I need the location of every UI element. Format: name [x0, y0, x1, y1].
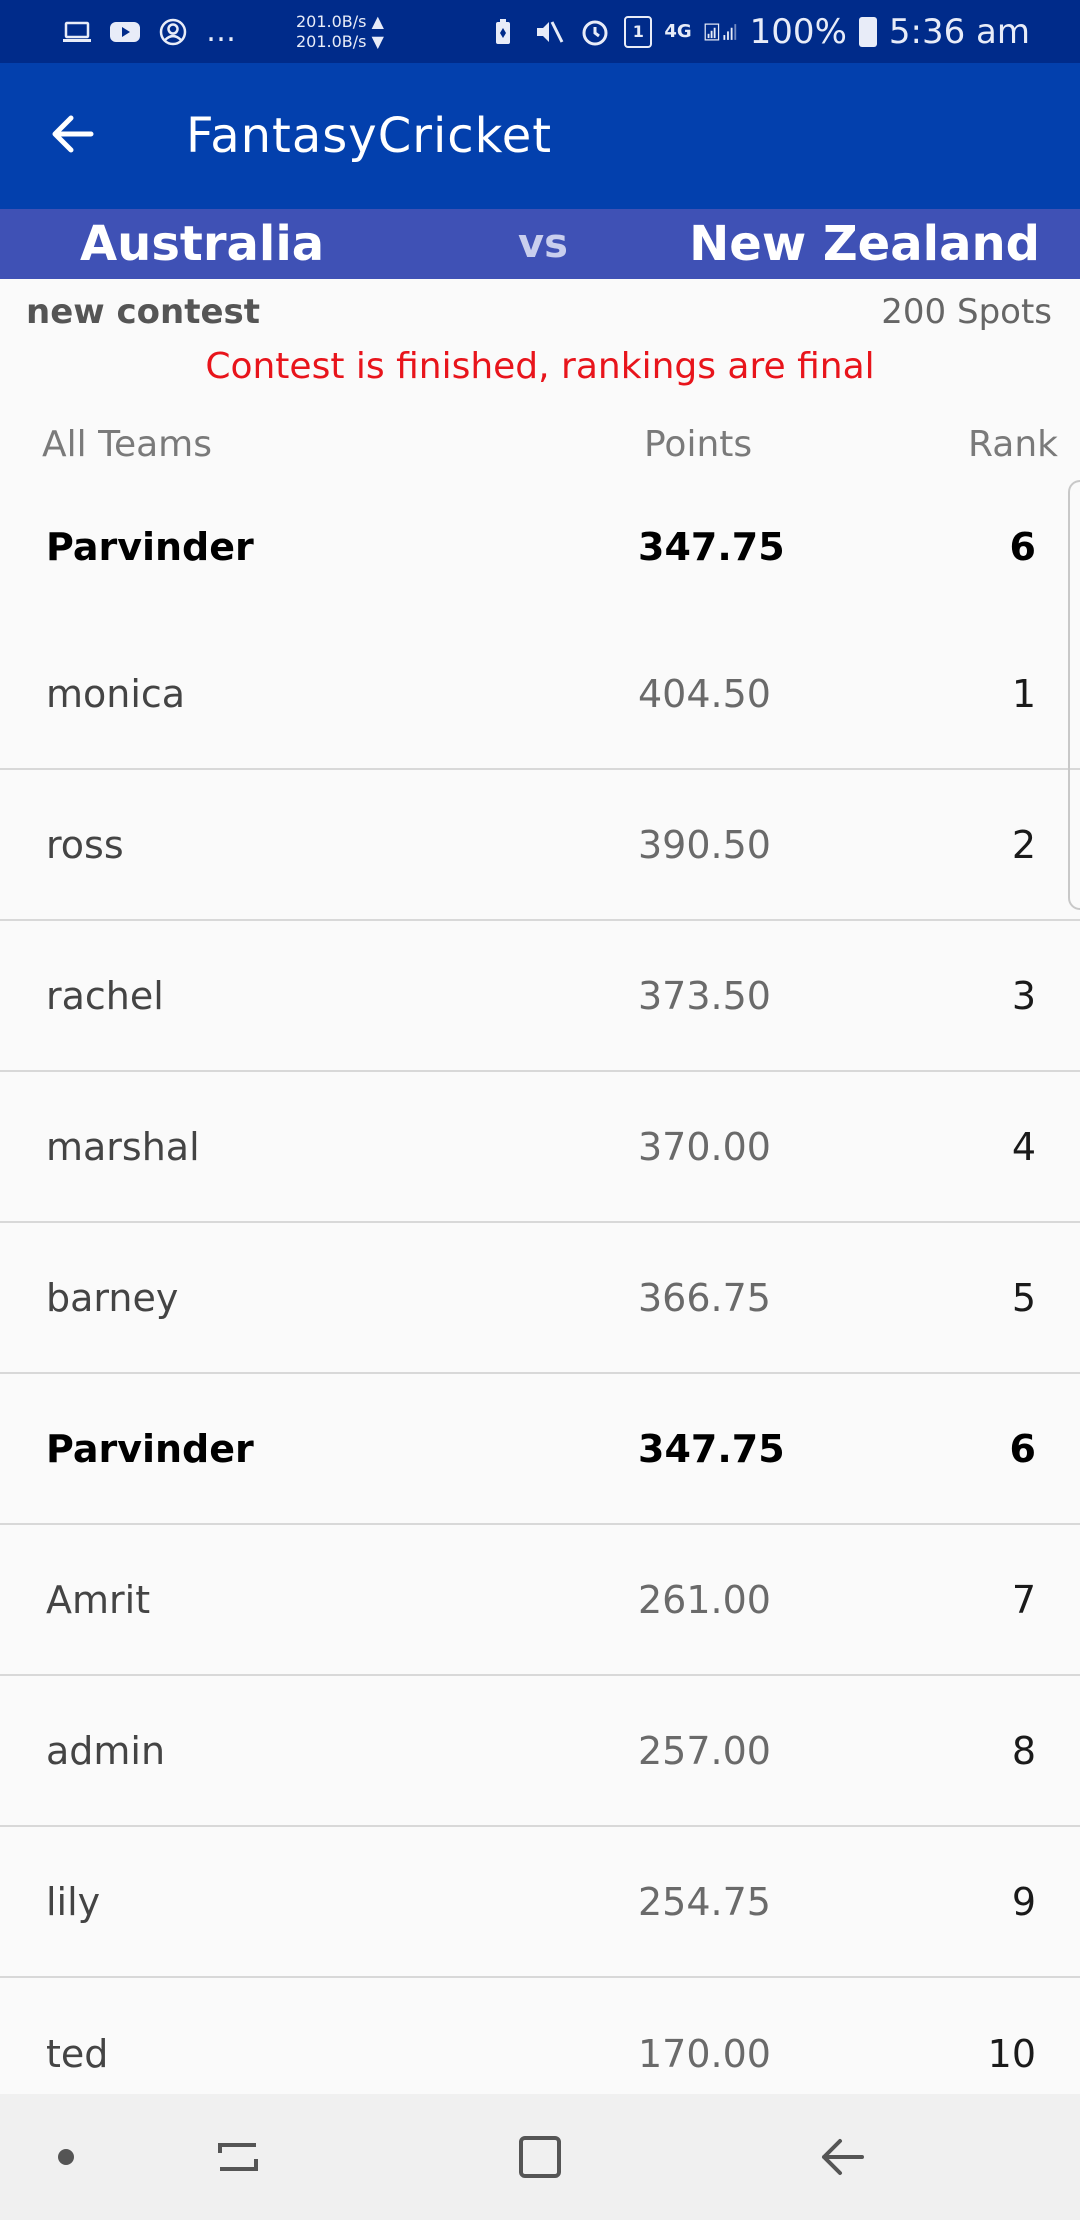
- table-row[interactable]: monica 404.50 1: [0, 620, 1080, 770]
- team-name: ted: [46, 2032, 109, 2076]
- team-rank: 6: [1009, 525, 1036, 569]
- network-type: 4G: [664, 21, 692, 42]
- table-row[interactable]: lily 254.75 9: [0, 1828, 1080, 1978]
- scroll-indicator[interactable]: [1068, 480, 1080, 910]
- team-b-name: New Zealand: [689, 216, 1040, 272]
- table-row[interactable]: ross 390.50 2: [0, 771, 1080, 921]
- contest-spots: 200 Spots: [881, 292, 1052, 332]
- team-rank: 7: [1011, 1578, 1036, 1622]
- clock: 5:36 am: [888, 11, 1030, 52]
- speed-up: 201.0B/s ▲: [296, 11, 384, 31]
- team-name: ross: [46, 823, 124, 867]
- team-points: 347.75: [638, 525, 785, 569]
- my-team-row[interactable]: Parvinder 347.75 6: [0, 472, 1080, 622]
- team-rank: 9: [1011, 1880, 1036, 1924]
- team-points: 390.50: [638, 823, 771, 867]
- home-icon[interactable]: [516, 2133, 564, 2181]
- recent-apps-icon[interactable]: [214, 2135, 262, 2179]
- team-name: Parvinder: [46, 525, 254, 569]
- team-points: 373.50: [638, 974, 771, 1018]
- vs-label: vs: [518, 221, 568, 267]
- more-notifications-icon: …: [206, 14, 238, 49]
- battery-percent: 100%: [749, 11, 847, 52]
- status-notifications: … 201.0B/s ▲ 201.0B/s ▼: [60, 12, 384, 52]
- status-system: 1 4G 100% 5:36 am: [486, 12, 1030, 52]
- team-points: 261.00: [638, 1578, 771, 1622]
- app-bar: FantasyCricket: [0, 63, 1080, 209]
- table-row[interactable]: barney 366.75 5: [0, 1224, 1080, 1374]
- arrow-left-icon: [51, 114, 95, 158]
- alarm-icon: [578, 17, 612, 47]
- battery-saver-icon: [486, 17, 520, 47]
- team-rank: 5: [1011, 1276, 1036, 1320]
- speed-down: 201.0B/s ▼: [296, 31, 384, 51]
- header-rank: Rank: [968, 424, 1058, 465]
- team-rank: 4: [1011, 1125, 1036, 1169]
- table-row[interactable]: Amrit 261.00 7: [0, 1526, 1080, 1676]
- team-points: 370.00: [638, 1125, 771, 1169]
- team-points: 254.75: [638, 1880, 771, 1924]
- team-points: 170.00: [638, 2032, 771, 2076]
- team-name: rachel: [46, 974, 164, 1018]
- table-row[interactable]: admin 257.00 8: [0, 1677, 1080, 1827]
- team-points: 404.50: [638, 672, 771, 716]
- youtube-icon: [108, 17, 142, 47]
- network-speed: 201.0B/s ▲ 201.0B/s ▼: [296, 12, 384, 52]
- match-header: Australia vs New Zealand: [0, 209, 1080, 279]
- team-points: 257.00: [638, 1729, 771, 1773]
- team-name: monica: [46, 672, 186, 716]
- contest-name: new contest: [26, 292, 261, 332]
- team-name: admin: [46, 1729, 166, 1773]
- team-name: barney: [46, 1276, 179, 1320]
- battery-icon: [858, 16, 877, 47]
- laptop-icon: [60, 17, 94, 47]
- contest-finished-message: Contest is finished, rankings are final: [205, 346, 875, 387]
- team-rank: 10: [987, 2032, 1036, 2076]
- team-name: Parvinder: [46, 1427, 254, 1471]
- mute-icon: [532, 17, 566, 47]
- account-icon: [156, 17, 190, 47]
- team-name: lily: [46, 1880, 101, 1924]
- team-rank: 2: [1011, 823, 1036, 867]
- system-nav-bar: [0, 2094, 1080, 2220]
- team-rank: 1: [1011, 672, 1036, 716]
- header-points: Points: [644, 424, 753, 465]
- team-name: marshal: [46, 1125, 200, 1169]
- team-rank: 8: [1011, 1729, 1036, 1773]
- team-points: 366.75: [638, 1276, 771, 1320]
- nav-back-icon[interactable]: [818, 2135, 866, 2179]
- table-row-my-team[interactable]: Parvinder 347.75 6: [0, 1375, 1080, 1525]
- team-rank: 6: [1009, 1427, 1036, 1471]
- team-points: 347.75: [638, 1427, 785, 1471]
- sim-badge: 1: [624, 15, 653, 48]
- signal-icon: [704, 17, 738, 47]
- app-title: FantasyCricket: [186, 108, 553, 164]
- team-name: Amrit: [46, 1578, 151, 1622]
- status-bar: … 201.0B/s ▲ 201.0B/s ▼ 1 4G 100% 5:36 a…: [0, 0, 1080, 63]
- nav-dot-icon: [56, 2147, 76, 2167]
- table-row[interactable]: marshal 370.00 4: [0, 1073, 1080, 1223]
- team-rank: 3: [1011, 974, 1036, 1018]
- team-a-name: Australia: [80, 216, 325, 272]
- header-all-teams: All Teams: [42, 424, 212, 465]
- screen: … 201.0B/s ▲ 201.0B/s ▼ 1 4G 100% 5:36 a…: [0, 0, 1080, 2220]
- table-row[interactable]: rachel 373.50 3: [0, 922, 1080, 1072]
- back-button[interactable]: [38, 101, 108, 171]
